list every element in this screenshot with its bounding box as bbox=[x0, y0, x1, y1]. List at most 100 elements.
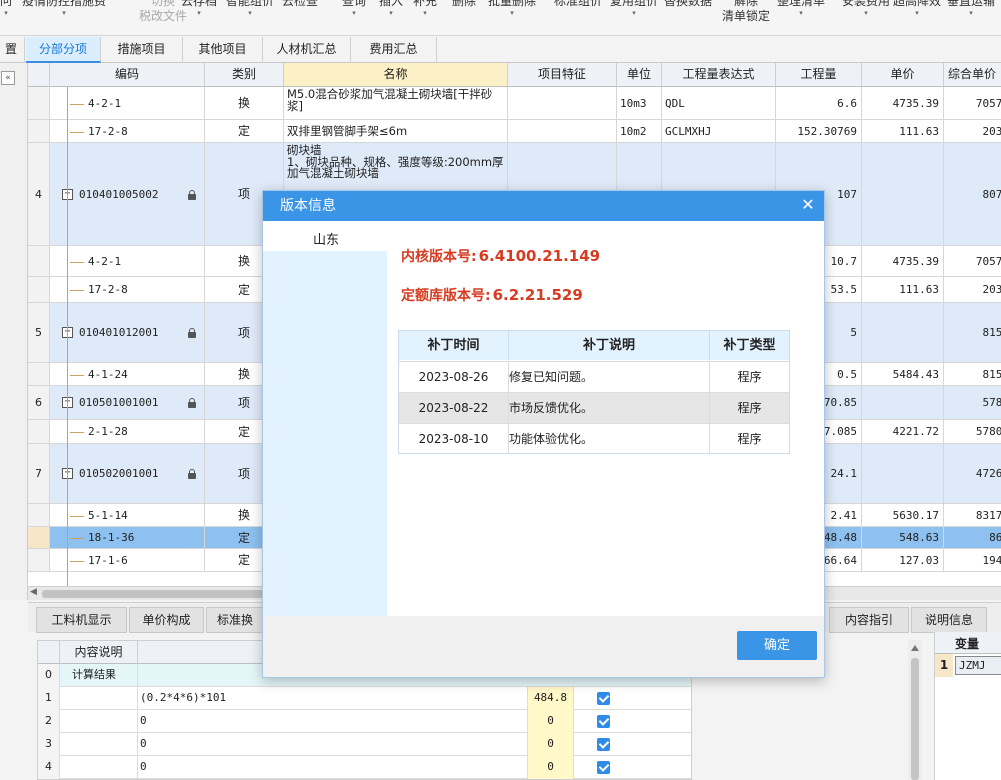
horizontal-scroll-thumb[interactable] bbox=[42, 590, 272, 598]
price-cell[interactable]: 548.63 bbox=[862, 527, 944, 548]
price-cell[interactable]: 4735.39 bbox=[862, 246, 944, 276]
comp-price-cell[interactable]: 7057. bbox=[944, 87, 1001, 119]
toolbar-item-partial[interactable]: 问 ▾ bbox=[0, 0, 12, 17]
tab-description-info[interactable]: 说明信息 bbox=[911, 607, 987, 633]
variable-value[interactable]: JZMJ bbox=[955, 656, 1001, 675]
code-cell[interactable]: 010501001001− bbox=[50, 386, 205, 419]
code-cell[interactable]: 17-2-8 bbox=[50, 120, 205, 142]
col-header-qty[interactable]: 工程量 bbox=[776, 63, 862, 87]
tab-labor-material-summary[interactable]: 人材机汇总 bbox=[263, 37, 351, 63]
toolbar-item-insert[interactable]: 插入 ▾ bbox=[379, 0, 403, 17]
toolbar-item-replace-data[interactable]: 替换数据 bbox=[664, 0, 712, 9]
toolbar-item-vertical-transport[interactable]: 垂直运输 ▾ bbox=[947, 0, 995, 17]
feature-cell[interactable] bbox=[508, 120, 617, 142]
calc-vertical-scrollbar[interactable] bbox=[908, 640, 922, 780]
col-header-price[interactable]: 单价 bbox=[862, 63, 944, 87]
tab-material-display[interactable]: 工料机显示 bbox=[36, 607, 127, 633]
toolbar-item-cloud-check[interactable]: 云检查 bbox=[282, 0, 318, 9]
calc-row-desc[interactable] bbox=[60, 710, 138, 733]
code-cell[interactable]: 17-2-8 bbox=[50, 277, 205, 302]
name-cell[interactable]: 双排里钢管脚手架≤6m bbox=[284, 120, 508, 142]
unit-cell[interactable]: 10m2 bbox=[617, 120, 662, 142]
tab-measures[interactable]: 措施项目 bbox=[101, 37, 183, 63]
code-cell[interactable]: 4-1-24 bbox=[50, 363, 205, 385]
code-cell[interactable]: 010401005002− bbox=[50, 143, 205, 245]
calc-row[interactable]: 3 0 0 bbox=[38, 733, 691, 756]
calc-row-desc[interactable] bbox=[60, 687, 138, 710]
calc-row-desc[interactable] bbox=[60, 756, 138, 779]
toolbar-item-switch-tax[interactable]: 切换 税改文件 bbox=[139, 0, 187, 24]
comp-price-cell[interactable]: 7057. bbox=[944, 246, 1001, 276]
price-cell[interactable]: 5630.17 bbox=[862, 504, 944, 526]
price-cell[interactable] bbox=[862, 444, 944, 503]
calc-row-expr[interactable]: 0 bbox=[138, 710, 528, 733]
toolbar-item-query[interactable]: 查询 ▾ bbox=[342, 0, 366, 17]
type-cell[interactable]: 定 bbox=[205, 120, 284, 142]
comp-price-cell[interactable]: 807. bbox=[944, 143, 1001, 245]
toolbar-item-smart-pricing[interactable]: 智能组价 ▾ bbox=[226, 0, 274, 17]
type-cell[interactable]: 换 bbox=[205, 87, 284, 119]
price-cell[interactable]: 111.63 bbox=[862, 120, 944, 142]
price-cell[interactable]: 4221.72 bbox=[862, 420, 944, 443]
code-cell[interactable]: 18-1-36 bbox=[50, 527, 205, 548]
region-item-shandong[interactable]: 山东 bbox=[263, 221, 387, 251]
col-header-unit[interactable]: 单位 bbox=[617, 63, 662, 87]
tab-fee-summary[interactable]: 费用汇总 bbox=[351, 37, 437, 63]
col-header-comp-price[interactable]: 综合单价 bbox=[944, 63, 1001, 87]
name-cell[interactable]: M5.0混合砂浆加气混凝土砌块墙[干拌砂浆] bbox=[284, 87, 508, 119]
vertical-scroll-thumb[interactable] bbox=[911, 658, 919, 780]
calc-row[interactable]: 1 (0.2*4*6)*101 484.8 bbox=[38, 687, 691, 710]
comp-price-cell[interactable]: 8150 bbox=[944, 363, 1001, 385]
code-cell[interactable]: 5-1-14 bbox=[50, 504, 205, 526]
price-cell[interactable]: 5484.43 bbox=[862, 363, 944, 385]
qty-expr-cell[interactable]: QDL bbox=[662, 87, 776, 119]
price-cell[interactable]: 111.63 bbox=[862, 277, 944, 302]
calc-row-expr[interactable]: 0 bbox=[138, 733, 528, 756]
calc-row[interactable]: 4 0 0 bbox=[38, 756, 691, 779]
qty-cell[interactable]: 6.6 bbox=[776, 87, 862, 119]
price-cell[interactable] bbox=[862, 303, 944, 362]
calc-row-checkbox[interactable] bbox=[597, 692, 610, 705]
tab-standard-conversion[interactable]: 标准换 bbox=[206, 607, 264, 633]
code-cell[interactable]: 4-2-1 bbox=[50, 87, 205, 119]
comp-price-cell[interactable]: 4726. bbox=[944, 444, 1001, 503]
toolbar-item-epidemic-fee[interactable]: 疫情防控措施费 ▾ bbox=[22, 0, 106, 17]
toolbar-item-organize-list[interactable]: 整理清单 ▾ bbox=[777, 0, 825, 17]
tab-settings[interactable]: 置 bbox=[0, 37, 25, 63]
toolbar-item-cloud-save[interactable]: 云存档 ▾ bbox=[181, 0, 217, 17]
col-header-type[interactable]: 类别 bbox=[205, 63, 284, 87]
comp-price-cell[interactable]: 578. bbox=[944, 386, 1001, 419]
toolbar-item-unlock[interactable]: 解除 清单锁定 bbox=[722, 0, 770, 24]
col-header-qty-expr[interactable]: 工程量表达式 bbox=[662, 63, 776, 87]
calc-row-expr[interactable]: (0.2*4*6)*101 bbox=[138, 687, 528, 710]
comp-price-cell[interactable]: 8317. bbox=[944, 504, 1001, 526]
comp-price-cell[interactable]: 5780. bbox=[944, 420, 1001, 443]
calc-row-checkbox[interactable] bbox=[597, 715, 610, 728]
calc-row-desc[interactable] bbox=[60, 733, 138, 756]
comp-price-cell[interactable]: 863 bbox=[944, 527, 1001, 548]
calc-row-checkbox[interactable] bbox=[597, 761, 610, 774]
comp-price-cell[interactable]: 815. bbox=[944, 303, 1001, 362]
col-header-name[interactable]: 名称 bbox=[284, 63, 508, 87]
price-cell[interactable]: 4735.39 bbox=[862, 87, 944, 119]
price-cell[interactable] bbox=[862, 386, 944, 419]
code-cell[interactable]: 010502001001− bbox=[50, 444, 205, 503]
code-cell[interactable]: 4-2-1 bbox=[50, 246, 205, 276]
comp-price-cell[interactable]: 203. bbox=[944, 277, 1001, 302]
scroll-up-icon[interactable] bbox=[911, 645, 919, 651]
col-header-feature[interactable]: 项目特征 bbox=[508, 63, 617, 87]
toolbar-item-install-fee[interactable]: 安装费用 ▾ bbox=[842, 0, 890, 17]
price-cell[interactable]: 127.03 bbox=[862, 549, 944, 571]
toolbar-item-supplement[interactable]: 补充 ▾ bbox=[413, 0, 437, 17]
qty-expr-cell[interactable]: GCLMXHJ bbox=[662, 120, 776, 142]
calc-row[interactable]: 2 0 0 bbox=[38, 710, 691, 733]
comp-price-cell[interactable]: 203. bbox=[944, 120, 1001, 142]
toolbar-item-reuse-pricing[interactable]: 复用组价 ▾ bbox=[610, 0, 658, 17]
calc-row-expr[interactable]: 0 bbox=[138, 756, 528, 779]
code-cell[interactable]: 010401012001− bbox=[50, 303, 205, 362]
toolbar-item-delete[interactable]: 删除 bbox=[452, 0, 476, 9]
collapse-left-icon[interactable]: « bbox=[1, 71, 15, 85]
tab-content-guide[interactable]: 内容指引 bbox=[829, 607, 909, 633]
calc-row-checkbox[interactable] bbox=[597, 738, 610, 751]
tab-other-items[interactable]: 其他项目 bbox=[183, 37, 263, 63]
